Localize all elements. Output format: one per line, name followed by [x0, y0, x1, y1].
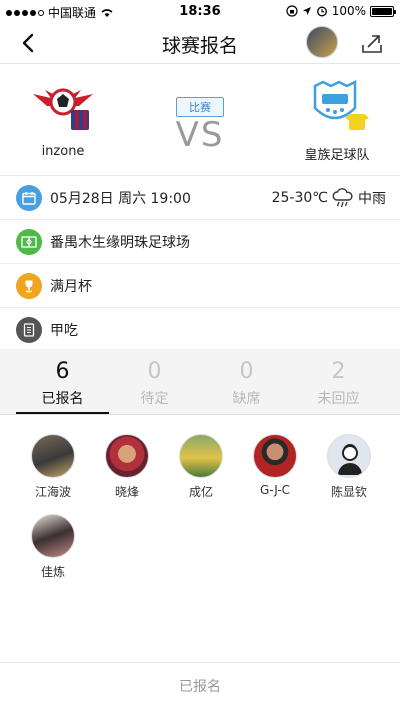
tab-absent[interactable]: 0 缺席 — [200, 359, 293, 408]
pending-label: 待定 — [140, 391, 169, 407]
home-team-logo — [31, 80, 95, 136]
cup-row[interactable]: 满月杯 — [0, 264, 400, 308]
venue-name: 番禺木生缘明珠足球场 — [50, 234, 190, 251]
home-team-name: inzone — [41, 144, 85, 159]
cup-name: 满月杯 — [50, 278, 92, 295]
tab-pending[interactable]: 0 待定 — [108, 359, 201, 408]
absent-label: 缺席 — [232, 391, 261, 407]
player-item[interactable]: 成亿 — [166, 434, 236, 500]
pitch-icon — [16, 228, 42, 255]
status-bar: 中国联通 18:36 100% — [0, 0, 400, 22]
absent-count: 0 — [239, 359, 254, 384]
battery-label: 100% — [331, 4, 366, 18]
temperature: 25-30℃ — [271, 190, 328, 206]
away-team-logo — [305, 79, 369, 136]
tab-no-response[interactable]: 2 未回应 — [292, 359, 385, 408]
player-item[interactable]: 佳炼 — [18, 514, 88, 580]
away-team-name: 皇族足球队 — [304, 148, 370, 163]
weather-text: 中雨 — [358, 191, 386, 207]
vs-block: 比赛 VS — [150, 96, 250, 153]
registered-label: 已报名 — [41, 391, 84, 407]
player-name: 江海波 — [34, 485, 71, 499]
alarm-icon — [316, 6, 327, 17]
user-avatar[interactable] — [306, 26, 338, 58]
pending-count: 0 — [147, 359, 162, 384]
page-title: 球赛报名 — [161, 35, 238, 57]
venue-row[interactable]: 番禺木生缘明珠足球场 — [0, 220, 400, 264]
datetime-row[interactable]: 05月28日 周六 19:00 25-30℃ 中雨 — [0, 176, 400, 220]
navigation-bar: 球赛报名 — [0, 22, 400, 64]
active-tab-indicator — [16, 412, 109, 414]
trophy-icon — [16, 272, 42, 299]
player-name: 晓烽 — [114, 485, 139, 499]
player-avatar — [179, 434, 223, 478]
player-avatar — [31, 514, 75, 558]
home-team[interactable]: inzone — [8, 80, 118, 159]
meal-note: 甲吃 — [50, 323, 78, 339]
no-response-label: 未回应 — [317, 391, 360, 407]
player-avatar — [105, 434, 149, 478]
menu-icon — [16, 317, 42, 343]
match-datetime: 05月28日 周六 19:00 — [50, 190, 191, 207]
player-name: 成亿 — [188, 485, 213, 499]
vs-label: VS — [175, 115, 225, 155]
tab-registered[interactable]: 6 已报名 — [16, 359, 109, 408]
player-avatar — [327, 434, 371, 478]
player-item[interactable]: 江海波 — [18, 434, 88, 500]
rain-cloud-icon — [332, 188, 353, 208]
weather: 25-30℃ 中雨 — [272, 176, 386, 220]
player-name: G-J-C — [259, 483, 291, 497]
player-item[interactable]: 晓烽 — [92, 434, 162, 500]
battery-icon — [370, 5, 396, 17]
attendance-stats: 6 已报名 0 待定 0 缺席 2 未回应 — [0, 349, 400, 415]
share-icon[interactable] — [360, 31, 384, 55]
registered-count: 6 — [55, 359, 70, 384]
location-icon — [302, 7, 311, 15]
player-name: 佳炼 — [40, 565, 65, 579]
meal-row[interactable]: 甲吃 — [0, 308, 400, 352]
player-name: 陈显钦 — [330, 485, 367, 499]
away-team[interactable]: 皇族足球队 — [282, 79, 392, 163]
calendar-icon — [16, 184, 42, 211]
match-type-tag: 比赛 — [176, 97, 224, 117]
status-right: 100% — [286, 4, 396, 18]
match-header: inzone 比赛 VS 皇族足球队 — [0, 64, 400, 176]
player-item[interactable]: G-J-C — [240, 434, 310, 497]
registered-button[interactable]: 已报名 — [0, 662, 400, 711]
player-avatar — [253, 434, 297, 478]
player-avatar — [31, 434, 75, 478]
no-response-count: 2 — [331, 359, 346, 384]
player-item[interactable]: 陈显钦 — [314, 434, 384, 500]
orientation-lock-icon — [286, 5, 298, 17]
